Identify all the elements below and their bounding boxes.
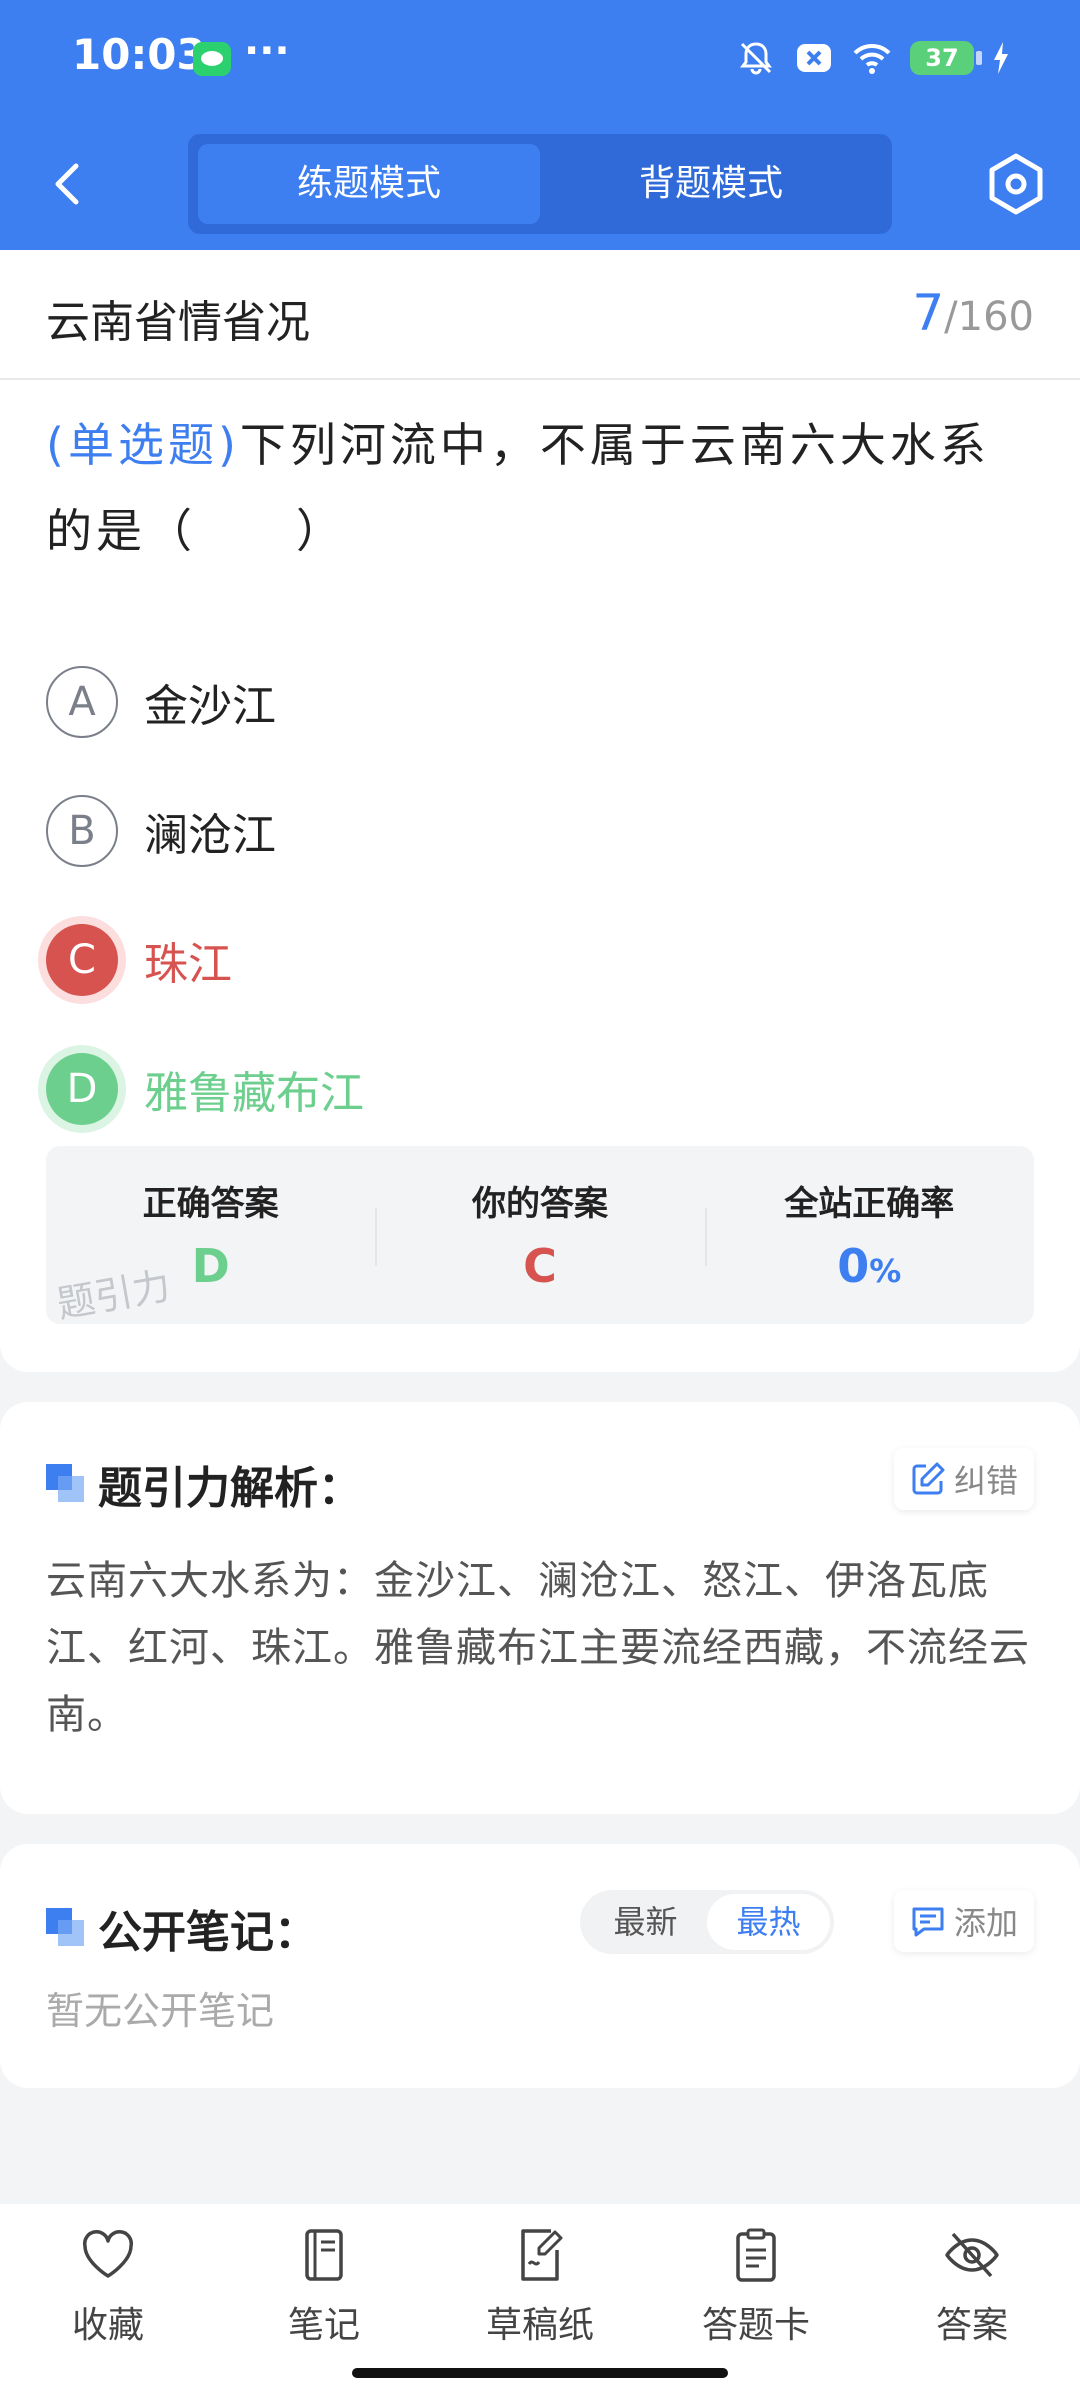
tab-practice-mode[interactable]: 练题模式 xyxy=(198,144,540,224)
notebook-icon xyxy=(305,2229,343,2281)
question-title-row: 云南省情省况 7/160 xyxy=(0,250,1080,380)
analysis-card: 题引力解析： 纠错 云南六大水系为：金沙江、澜沧江、怒江、伊洛瓦底江、红河、珠江… xyxy=(0,1402,1080,1814)
comment-icon xyxy=(912,1907,944,1937)
analysis-header: 题引力解析： xyxy=(46,1452,362,1516)
answer-stats: 正确答案 D 题引力 你的答案 C 全站正确率 0% xyxy=(46,1146,1034,1327)
favorite-button[interactable]: 收藏 xyxy=(0,2204,216,2400)
home-indicator[interactable] xyxy=(352,2368,728,2378)
option-text: 珠江 xyxy=(144,939,232,990)
empty-notes-text: 暂无公开笔记 xyxy=(46,1989,275,2033)
option-letter: D xyxy=(46,1053,118,1125)
sort-tab-hottest[interactable]: 最热 xyxy=(707,1894,830,1950)
section-squares-icon xyxy=(46,1908,86,1948)
option-c[interactable]: C 珠江 xyxy=(46,920,232,1000)
option-letter: A xyxy=(46,666,118,738)
category-title: 云南省情省况 xyxy=(46,297,310,348)
report-error-label: 纠错 xyxy=(953,1462,1018,1500)
your-answer-label: 你的答案 xyxy=(471,1184,608,1224)
app-header: 练题模式 背题模式 xyxy=(0,118,1080,250)
public-notes-card: 公开笔记： 最新 最热 添加 暂无公开笔记 xyxy=(0,1844,1080,2088)
accuracy-rate-stat: 全站正确率 0% xyxy=(704,1146,1034,1324)
show-answer-label: 答案 xyxy=(935,2305,1008,2346)
draft-paper-icon xyxy=(521,2229,563,2281)
option-letter: B xyxy=(46,795,118,867)
question-progress: 7/160 xyxy=(912,284,1034,342)
question-type: (单选题) xyxy=(46,418,240,472)
option-text: 澜沧江 xyxy=(144,810,276,861)
answer-sheet-label: 答题卡 xyxy=(701,2305,810,2346)
question-card: 云南省情省况 7/160 (单选题)下列河流中，不属于云南六大水系的是（ ） A… xyxy=(0,250,1080,1372)
status-bar: 10:03 ··· 37 xyxy=(0,0,1080,118)
wifi-icon xyxy=(853,43,891,74)
correct-answer-stat: 正确答案 D 题引力 xyxy=(46,1146,375,1327)
accuracy-rate-label: 全站正确率 xyxy=(784,1184,955,1224)
add-note-label: 添加 xyxy=(953,1904,1018,1942)
current-question-number: 7 xyxy=(912,284,945,342)
battery-indicator: 37 xyxy=(910,41,982,75)
notes-header: 公开笔记： xyxy=(46,1896,318,1960)
show-answer-button[interactable]: 答案 xyxy=(864,2204,1080,2400)
option-d[interactable]: D 雅鲁藏布江 xyxy=(46,1049,364,1129)
back-chevron-icon[interactable] xyxy=(40,154,100,214)
option-b[interactable]: B 澜沧江 xyxy=(46,791,276,871)
option-text: 雅鲁藏布江 xyxy=(144,1068,364,1119)
notes-label: 笔记 xyxy=(287,2305,360,2346)
notes-title: 公开笔记： xyxy=(98,1907,318,1958)
settings-hexagon-icon[interactable] xyxy=(982,150,1050,218)
accuracy-rate-unit: % xyxy=(869,1252,902,1290)
tab-memorize-mode[interactable]: 背题模式 xyxy=(540,144,882,224)
top-bar: 10:03 ··· 37 练题模式 背题模式 xyxy=(0,0,1080,250)
notes-sort-switch: 最新 最热 xyxy=(580,1890,834,1954)
answer-sheet-icon xyxy=(736,2228,776,2282)
favorite-label: 收藏 xyxy=(71,2305,144,2346)
close-box-icon xyxy=(797,44,831,72)
more-notifications-indicator: ··· xyxy=(244,28,290,74)
report-error-button[interactable]: 纠错 xyxy=(893,1448,1034,1510)
add-note-button[interactable]: 添加 xyxy=(893,1890,1034,1952)
question-text: (单选题)下列河流中，不属于云南六大水系的是（ ） xyxy=(46,402,1036,574)
accuracy-rate-number: 0 xyxy=(837,1239,870,1293)
accuracy-rate-value: 0% xyxy=(705,1239,1034,1293)
eye-off-icon xyxy=(945,2232,999,2278)
sort-tab-latest[interactable]: 最新 xyxy=(584,1894,707,1950)
option-a[interactable]: A 金沙江 xyxy=(46,662,276,742)
option-letter: C xyxy=(46,924,118,996)
analysis-title: 题引力解析： xyxy=(98,1463,362,1514)
edit-icon xyxy=(912,1462,945,1495)
your-answer-stat: 你的答案 C xyxy=(375,1146,704,1324)
status-time: 10:03 xyxy=(72,30,206,79)
status-icons: 37 xyxy=(736,36,1010,80)
heart-icon xyxy=(82,2230,134,2278)
wechat-notification-icon xyxy=(193,42,231,76)
bell-muted-icon xyxy=(740,42,772,75)
your-answer-value: C xyxy=(523,1239,557,1293)
analysis-text: 云南六大水系为：金沙江、澜沧江、怒江、伊洛瓦底江、红河、珠江。雅鲁藏布江主要流经… xyxy=(46,1558,1030,1738)
charging-bolt-icon xyxy=(994,42,1008,74)
option-text: 金沙江 xyxy=(144,681,276,732)
draft-paper-label: 草稿纸 xyxy=(485,2305,594,2346)
section-squares-icon xyxy=(46,1464,86,1504)
total-question-count: /160 xyxy=(944,294,1034,340)
correct-answer-label: 正确答案 xyxy=(142,1184,279,1224)
mode-switch: 练题模式 背题模式 xyxy=(188,134,892,234)
